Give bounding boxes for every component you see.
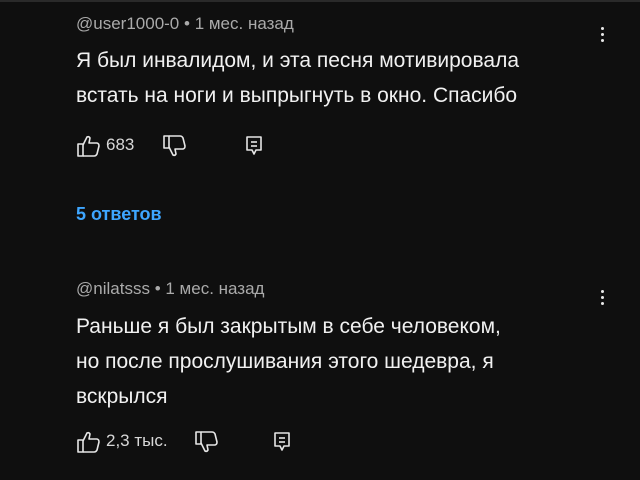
comment-text-line: вскрылся bbox=[76, 385, 168, 408]
thumbs-up-icon bbox=[76, 134, 102, 158]
like-count: 2,3 тыс. bbox=[106, 431, 168, 450]
comment-text: Раньше я был закрытым в себе человеком, … bbox=[76, 309, 596, 414]
reply-icon bbox=[270, 430, 296, 454]
comment-meta: @user1000-0 • 1 мес. назад bbox=[76, 14, 294, 34]
comment-text: Я был инвалидом, и эта песня мотивировал… bbox=[76, 43, 596, 113]
comment-time[interactable]: 1 мес. назад bbox=[165, 279, 264, 298]
comment-card: @nilatsss • 1 мес. назад Раньше я был за… bbox=[0, 262, 640, 480]
dislike-button[interactable] bbox=[194, 430, 220, 454]
meta-separator: • bbox=[154, 279, 161, 298]
comment-meta: @nilatsss • 1 мес. назад bbox=[76, 279, 264, 299]
comment-text-line: встать на ноги и выпрыгнуть в окно. Спас… bbox=[76, 84, 518, 107]
comment-author[interactable]: @nilatsss bbox=[76, 279, 150, 298]
replies-link[interactable]: 5 ответов bbox=[76, 204, 162, 225]
meta-separator: • bbox=[184, 14, 190, 33]
comment-author[interactable]: @user1000-0 bbox=[76, 14, 179, 33]
thumbs-down-icon bbox=[194, 430, 220, 454]
thumbs-down-icon bbox=[162, 134, 188, 158]
reply-button[interactable] bbox=[270, 430, 296, 454]
dislike-button[interactable] bbox=[162, 134, 188, 158]
thumbs-up-icon bbox=[76, 430, 102, 454]
like-count: 683 bbox=[106, 135, 135, 154]
comment-text-line: но после прослушивания этого шедевра, я bbox=[76, 350, 494, 373]
more-vert-icon[interactable] bbox=[592, 284, 612, 310]
like-button[interactable] bbox=[76, 134, 102, 158]
comment-card: @user1000-0 • 1 мес. назад Я был инвалид… bbox=[0, 0, 640, 250]
comment-text-line: Раньше я был закрытым в себе человеком, bbox=[76, 315, 501, 338]
reply-icon bbox=[242, 134, 268, 158]
comment-time[interactable]: 1 мес. назад bbox=[195, 14, 294, 33]
reply-button[interactable] bbox=[242, 134, 268, 158]
like-button[interactable] bbox=[76, 430, 102, 454]
comment-text-line: Я был инвалидом, и эта песня мотивировал… bbox=[76, 49, 520, 72]
